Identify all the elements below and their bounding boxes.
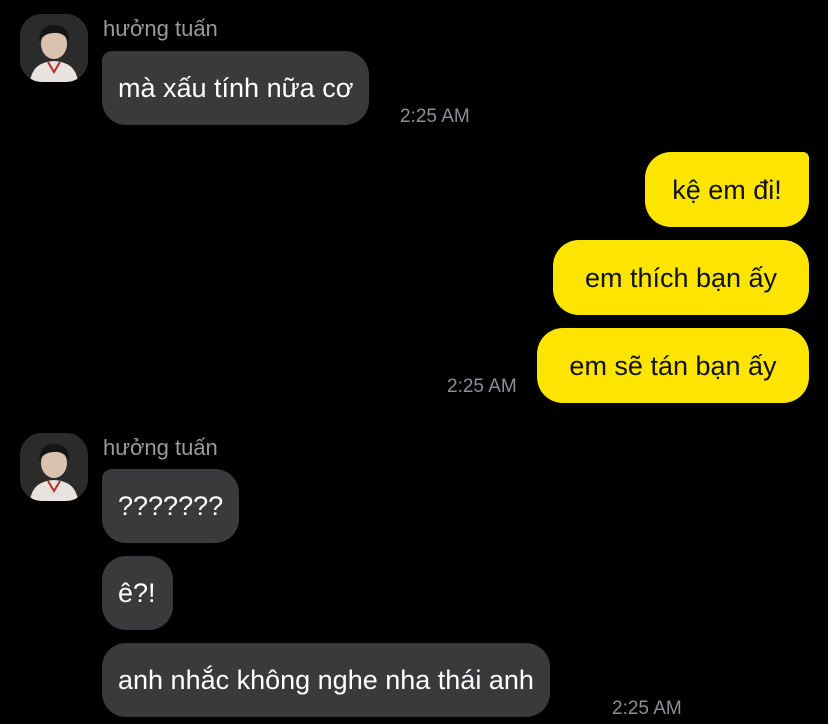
message-timestamp: 2:25 AM (400, 106, 470, 127)
message-bubble[interactable]: anh nhắc không nghe nha thái anh (102, 643, 550, 717)
sender-name: hưởng tuấn (103, 16, 218, 41)
message-timestamp: 2:25 AM (612, 698, 682, 719)
sender-name: hưởng tuấn (103, 435, 218, 460)
message-bubble[interactable]: ê?! (102, 556, 173, 630)
avatar[interactable] (20, 433, 88, 501)
profile-photo-icon (20, 14, 88, 82)
message-timestamp: 2:25 AM (447, 376, 517, 397)
message-bubble[interactable]: em sẽ tán bạn ấy (537, 328, 809, 403)
message-bubble[interactable]: kệ em đi! (645, 152, 809, 227)
message-bubble[interactable]: ??????? (102, 469, 240, 543)
message-bubble[interactable]: mà xấu tính nữa cơ (102, 51, 370, 125)
message-bubble[interactable]: em thích bạn ấy (553, 240, 809, 315)
avatar[interactable] (20, 14, 88, 82)
profile-photo-icon (20, 433, 88, 501)
